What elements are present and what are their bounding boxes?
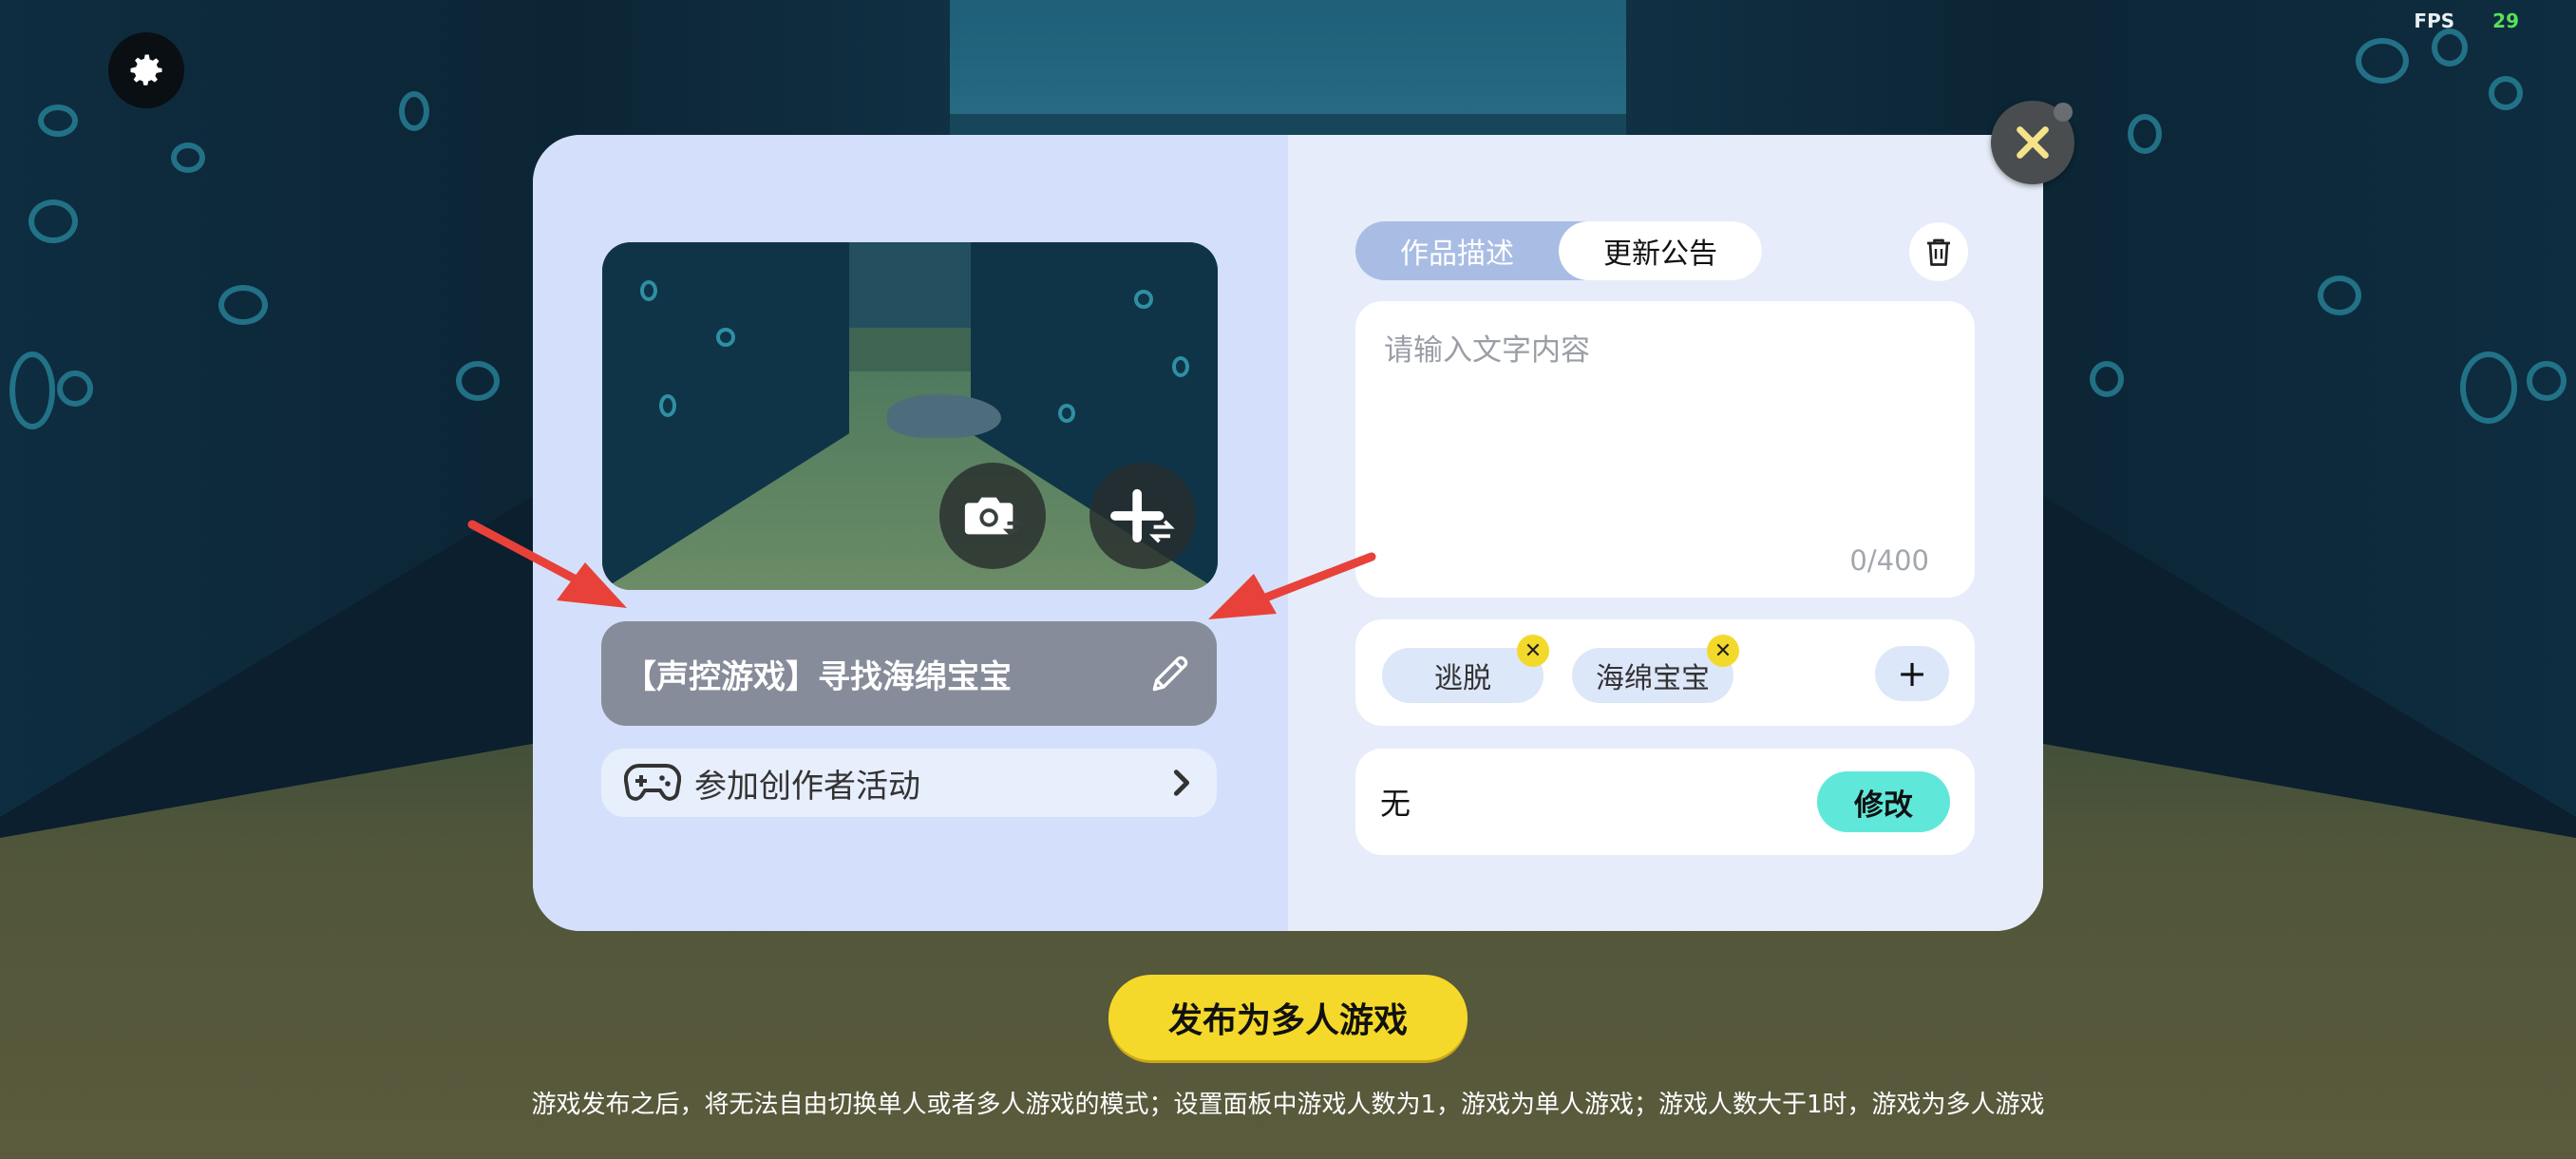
publish-hint: 游戏发布之后，将无法自由切换单人或者多人游戏的模式；设置面板中游戏人数为1，游戏… (531, 1091, 2045, 1119)
capture-cover-button[interactable] (939, 463, 1046, 569)
character-count: 0/400 (1849, 544, 1929, 577)
description-tabs: 作品描述 更新公告 (1355, 221, 1762, 280)
add-swap-icon (1110, 488, 1175, 543)
close-button[interactable] (1991, 101, 2074, 184)
settings-button[interactable] (108, 32, 184, 108)
publish-multiplayer-button[interactable]: 发布为多人游戏 (1108, 975, 1468, 1060)
description-textarea[interactable]: 请输入文字内容 0/400 (1355, 301, 1975, 598)
add-cover-button[interactable] (1089, 463, 1196, 569)
remove-tag-icon[interactable]: ✕ (1517, 635, 1549, 667)
delete-button[interactable] (1909, 222, 1968, 281)
fps-value: 29 (2492, 10, 2519, 32)
tab-work-description[interactable]: 作品描述 (1355, 221, 1559, 280)
tag-label: 海绵宝宝 (1596, 662, 1710, 695)
trash-icon (1927, 238, 1950, 266)
close-icon (2017, 126, 2049, 159)
fps-label: FPS (2414, 10, 2455, 32)
pencil-icon[interactable] (1146, 650, 1194, 697)
remove-tag-icon[interactable]: ✕ (1707, 635, 1739, 667)
add-tag-button[interactable]: + (1875, 646, 1949, 701)
game-title: 【声控游戏】寻找海绵宝宝 (624, 657, 1012, 696)
cover-character (887, 394, 1001, 438)
creator-activity-label: 参加创作者活动 (694, 767, 920, 806)
camera-switch-icon (964, 497, 1023, 536)
game-mode-value: 无 (1380, 786, 1411, 822)
tag-label: 逃脱 (1434, 662, 1491, 695)
tag-chip[interactable]: 逃脱 ✕ (1382, 635, 1549, 703)
description-placeholder: 请输入文字内容 (1384, 333, 1590, 368)
game-mode-row: 无 修改 (1355, 749, 1975, 855)
tab-update-notice[interactable]: 更新公告 (1559, 221, 1762, 280)
tag-chip[interactable]: 海绵宝宝 ✕ (1572, 635, 1739, 703)
gear-icon (130, 54, 162, 86)
game-title-field[interactable]: 【声控游戏】寻找海绵宝宝 (601, 621, 1217, 726)
creator-activity-row[interactable]: 参加创作者活动 (601, 749, 1217, 817)
fps-counter: FPS 29 (2414, 10, 2519, 32)
modify-button[interactable]: 修改 (1817, 771, 1950, 832)
chevron-right-icon (1173, 770, 1190, 796)
gamepad-icon (624, 763, 681, 801)
